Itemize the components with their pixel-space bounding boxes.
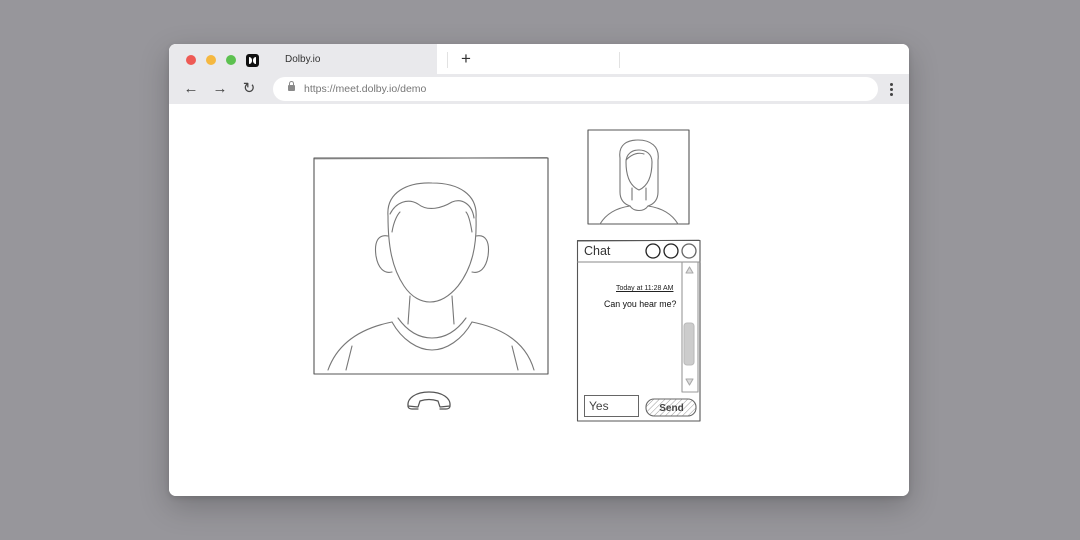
address-bar[interactable]: https://meet.dolby.io/demo [273, 77, 878, 101]
close-window-button[interactable] [186, 55, 196, 65]
chat-input[interactable] [584, 395, 639, 417]
chat-close-icon [681, 243, 697, 259]
chat-message-timestamp: Today at 11:28 AM [616, 285, 674, 292]
tab-bar: Dolby.io + [169, 44, 909, 74]
chat-scrollbar [681, 261, 699, 393]
tab-dolby[interactable]: Dolby.io [169, 44, 437, 74]
chat-message-text: Can you hear me? [604, 299, 677, 309]
participant-video-tile [587, 129, 690, 225]
dolby-logo-icon [246, 54, 259, 67]
reload-button[interactable]: ↻ [240, 80, 258, 98]
tab-title: Dolby.io [285, 54, 321, 65]
phone-hang-up-icon[interactable] [404, 388, 454, 414]
lock-icon [288, 81, 295, 91]
tab-divider [447, 52, 448, 68]
main-video-tile [313, 156, 549, 375]
send-button[interactable]: Send [646, 403, 697, 414]
chat-maximize-icon [663, 243, 679, 259]
kebab-menu-icon[interactable] [884, 81, 898, 97]
browser-toolbar: ← → ↻ https://meet.dolby.io/demo [169, 74, 909, 104]
chat-title: Chat [584, 244, 611, 258]
tab-divider [619, 52, 620, 68]
minimize-window-button[interactable] [206, 55, 216, 65]
maximize-window-button[interactable] [226, 55, 236, 65]
person-avatar-icon [599, 139, 679, 225]
chat-minimize-icon [645, 243, 661, 259]
new-tab-button[interactable]: + [457, 50, 475, 68]
person-avatar-icon [327, 182, 535, 371]
back-button[interactable]: ← [182, 80, 200, 98]
forward-button[interactable]: → [211, 80, 229, 98]
url-text: https://meet.dolby.io/demo [304, 83, 427, 95]
